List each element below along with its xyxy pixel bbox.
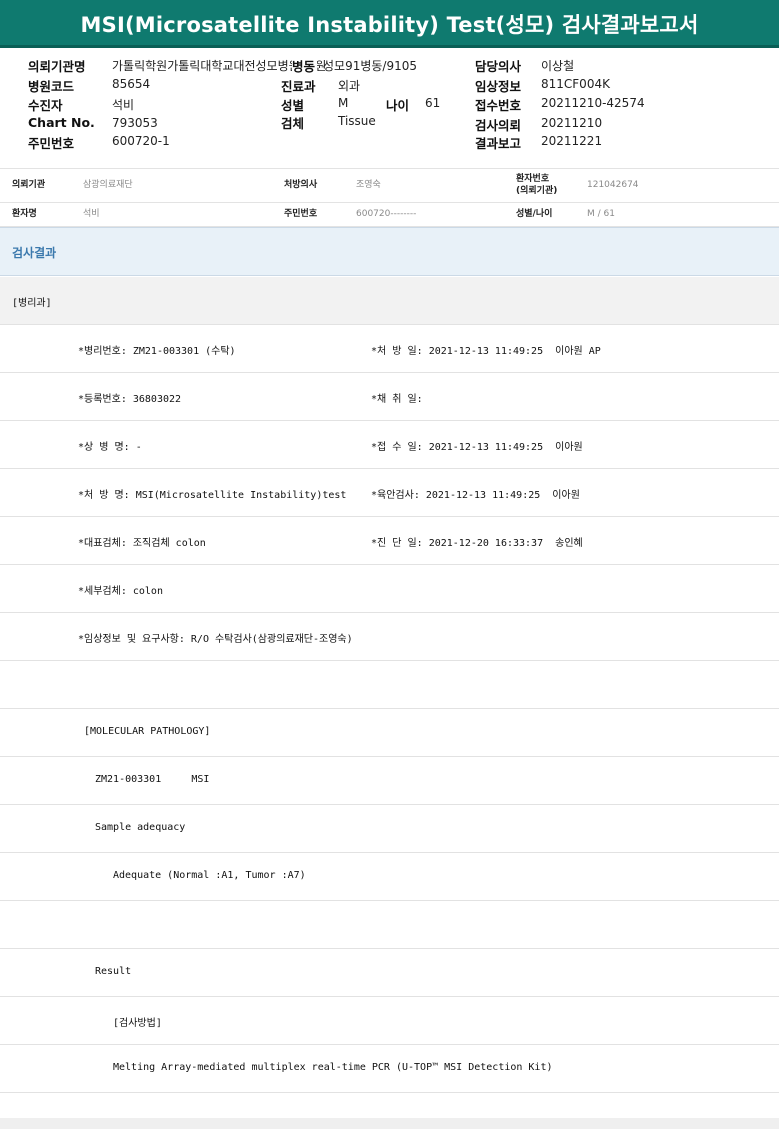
- chart-no-value: 793053: [112, 116, 158, 130]
- sex-age-label: 성별/나이: [516, 209, 553, 219]
- report-heading-row: [MOLECULAR PATHOLOGY]: [0, 709, 779, 757]
- ward-label: 병동: [292, 56, 318, 75]
- patient-no-value: 121042674: [587, 180, 639, 190]
- section-title: 검사결과: [0, 227, 779, 276]
- detail-row-2: *등록번호: 36803022 *채 취 일:: [0, 373, 779, 421]
- patient-row-2: 환자명 석비 주민번호 600720-------- 성별/나이 M / 61: [0, 203, 779, 227]
- patient-name-value: 석비: [83, 209, 100, 219]
- patient-no-label: 환자번호: [516, 174, 550, 184]
- request-date-value: 20211210: [541, 116, 603, 130]
- hospital-code-value: 85654: [112, 77, 151, 91]
- pathology-no: *병리번호: ZM21-003301 (수탁): [78, 346, 236, 357]
- report-title: MSI(Microsatellite Instability) Test(성모)…: [0, 0, 779, 48]
- molecular-pathology-heading: [MOLECULAR PATHOLOGY]: [84, 726, 211, 737]
- ordering-doctor-value: 조영숙: [356, 180, 381, 190]
- patient-name-label: 환자명: [12, 209, 37, 219]
- result-label: Result: [95, 966, 132, 977]
- sex-age-value: M / 61: [587, 209, 615, 219]
- doctor-label: 담당의사: [475, 59, 522, 74]
- method-value-row: Melting Array-mediated multiplex real-ti…: [0, 1045, 779, 1093]
- ward-value: 성모91병동/9105: [323, 59, 418, 73]
- doctor-value: 이상철: [541, 59, 575, 73]
- representative-specimen: *대표검체: 조직검체 colon: [78, 538, 206, 549]
- detail-row-1: *병리번호: ZM21-003301 (수탁) *처 방 일: 2021-12-…: [0, 325, 779, 373]
- case-row: ZM21-003301 MSI: [0, 757, 779, 805]
- hospital-code-label: 병원코드: [28, 79, 75, 94]
- patient-info: 의뢰기관 삼광의료재단 처방의사 조영숙 환자번호 (의뢰기관) 1210426…: [0, 168, 779, 227]
- receipt-no-label: 접수번호: [475, 98, 522, 113]
- registration-no: *등록번호: 36803022: [78, 394, 182, 405]
- department-label: 진료과: [281, 79, 316, 94]
- method-label-row: [검사방법]: [0, 997, 779, 1045]
- examinee-label: 수진자: [28, 98, 63, 113]
- sample-adequacy-value: Adequate (Normal :A1, Tumor :A7): [113, 870, 306, 881]
- order-name: *처 방 명: MSI(Microsatellite Instability)t…: [78, 490, 347, 501]
- patient-resident-label: 주민번호: [284, 209, 318, 219]
- dept-text: [병리과]: [12, 298, 52, 309]
- receipt-no-value: 20211210-42574: [541, 96, 645, 110]
- specimen-label: 검체: [281, 116, 305, 131]
- order-date: *처 방 일: 2021-12-13 11:49:25 이아원 AP: [371, 346, 601, 357]
- blank-row-2: [0, 901, 779, 949]
- clinical-info-value: 811CF004K: [541, 77, 610, 91]
- patient-resident-value: 600720--------: [356, 209, 417, 219]
- adequacy-label-row: Sample adequacy: [0, 805, 779, 853]
- detail-row-6: *세부검체: colon: [0, 565, 779, 613]
- report-header: 의뢰기관명 가톨릭학원가톨릭대학교대전성모병원(병원 병원코드 85654 수진…: [0, 52, 779, 162]
- adequacy-value-row: Adequate (Normal :A1, Tumor :A7): [0, 853, 779, 901]
- case-id: ZM21-003301 MSI: [95, 774, 210, 785]
- patient-row-1: 의뢰기관 삼광의료재단 처방의사 조영숙 환자번호 (의뢰기관) 1210426…: [0, 169, 779, 203]
- chart-no-label: Chart No.: [28, 115, 95, 130]
- resident-no-value: 600720-1: [112, 134, 170, 148]
- patient-no-sublabel: (의뢰기관): [516, 186, 558, 196]
- receipt-date: *접 수 일: 2021-12-13 11:49:25 이아원: [371, 442, 583, 453]
- request-date-label: 검사의뢰: [475, 118, 522, 133]
- sample-adequacy-label: Sample adequacy: [95, 822, 186, 833]
- department-value: 외과: [338, 79, 361, 93]
- ordering-doctor-label: 처방의사: [284, 180, 318, 190]
- detail-row-7: *임상정보 및 요구사항: R/O 수탁검사(삼광의료재단-조영숙): [0, 613, 779, 661]
- diagnosis-date: *진 단 일: 2021-12-20 16:33:37 송인혜: [371, 538, 583, 549]
- detail-row-4: *처 방 명: MSI(Microsatellite Instability)t…: [0, 469, 779, 517]
- resident-no-label: 주민번호: [28, 136, 75, 151]
- requester-value: 삼광의료재단: [83, 180, 133, 190]
- detail-row-5: *대표검체: 조직검체 colon *진 단 일: 2021-12-20 16:…: [0, 517, 779, 565]
- sub-specimen: *세부검체: colon: [78, 586, 163, 597]
- detail-row-3: *상 병 명: - *접 수 일: 2021-12-13 11:49:25 이아…: [0, 421, 779, 469]
- clinical-info-label: 임상정보: [475, 79, 522, 94]
- dept-row: [병리과]: [0, 277, 779, 325]
- sex-label: 성별: [281, 98, 305, 113]
- sex-value: M: [338, 96, 349, 110]
- method-label: [검사방법]: [113, 1018, 162, 1029]
- report-date-label: 결과보고: [475, 136, 522, 151]
- blank-row-1: [0, 661, 779, 709]
- gross-exam: *육안검사: 2021-12-13 11:49:25 이아원: [371, 490, 580, 501]
- collect-date: *채 취 일:: [371, 394, 423, 405]
- specimen-value: Tissue: [338, 114, 376, 128]
- report-date-value: 20211221: [541, 134, 603, 148]
- method-value: Melting Array-mediated multiplex real-ti…: [113, 1062, 553, 1073]
- requester-label: 의뢰기관: [12, 180, 46, 190]
- institution-label: 의뢰기관명: [28, 59, 86, 74]
- disease-name: *상 병 명: -: [78, 442, 142, 453]
- age-value: 61: [425, 96, 441, 110]
- footer-strip: [0, 1118, 779, 1129]
- age-label: 나이: [386, 98, 410, 113]
- result-label-row: Result: [0, 949, 779, 997]
- clinical-request: *임상정보 및 요구사항: R/O 수탁검사(삼광의료재단-조영숙): [78, 634, 353, 645]
- examinee-value: 석비: [112, 98, 135, 112]
